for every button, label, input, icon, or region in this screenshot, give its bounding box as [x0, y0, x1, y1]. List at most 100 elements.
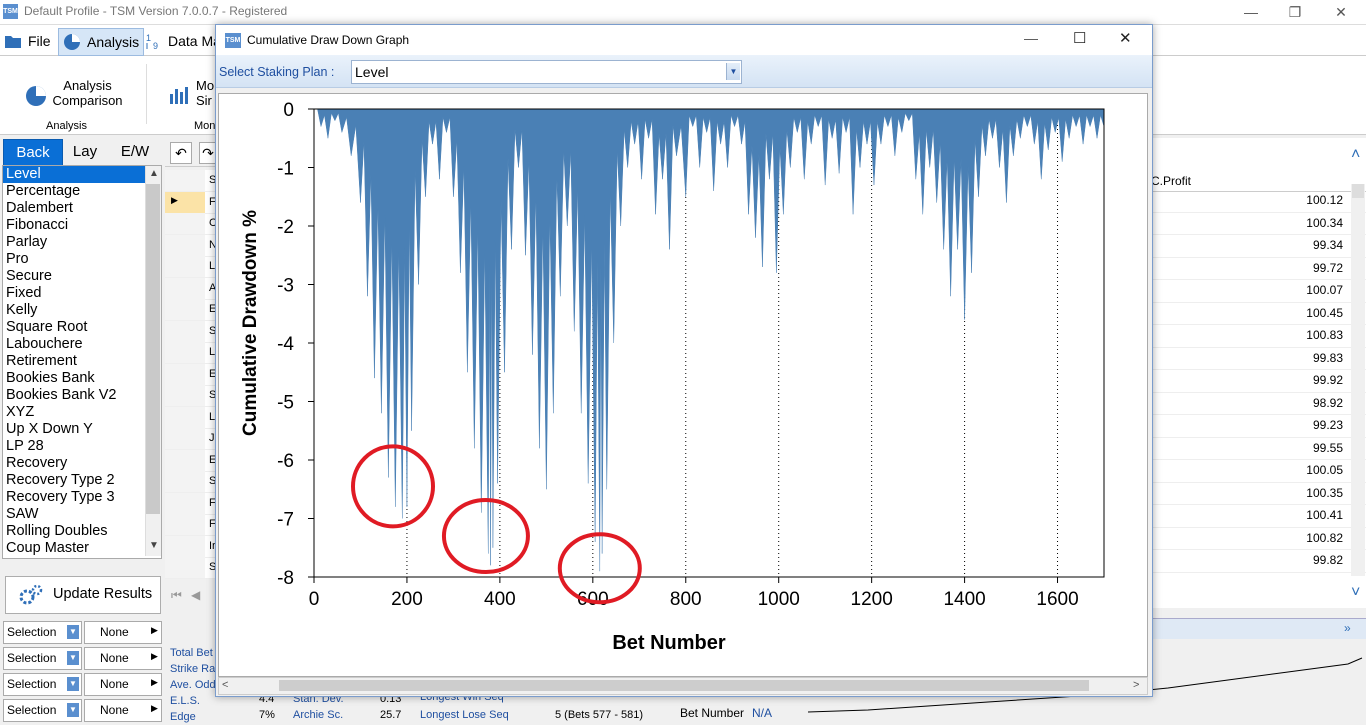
grid-row[interactable]: F [165, 514, 216, 536]
grid-row[interactable]: S [165, 557, 216, 579]
collapse-up-icon[interactable]: ˄ [1351, 146, 1360, 164]
plan-item[interactable]: Bookies Bank [3, 370, 161, 387]
scroll-thumb[interactable] [146, 184, 160, 514]
selection-dropdown[interactable]: Selection ▼ [3, 621, 82, 644]
chevron-down-icon[interactable]: ▼ [726, 63, 740, 80]
right-scrollbar[interactable] [1351, 184, 1365, 576]
plan-item[interactable]: SAW [3, 506, 161, 523]
cprofit-cell[interactable]: 99.23 [1149, 415, 1366, 438]
grid-row[interactable]: L [165, 256, 215, 278]
plan-item[interactable]: XYZ [3, 404, 161, 421]
cprofit-cell[interactable]: 100.35 [1149, 483, 1366, 505]
cprofit-cell[interactable]: 100.12 [1149, 190, 1366, 213]
plan-item[interactable]: Rolling Doubles [3, 523, 161, 540]
tab-data-manager[interactable]: 19 Data Ma [140, 28, 225, 54]
tab-ew[interactable]: E/W [110, 139, 160, 165]
restore-icon[interactable]: ❐ [1272, 2, 1318, 22]
close-icon[interactable]: ✕ [1318, 2, 1364, 22]
chevron-down-icon[interactable]: ▼ [67, 703, 79, 717]
chevron-right-icon[interactable]: ▶ [151, 703, 158, 714]
dialog-hscrollbar[interactable]: < > [218, 677, 1148, 695]
plan-item[interactable]: Fibonacci [3, 217, 161, 234]
plan-item[interactable]: Dalembert [3, 200, 161, 217]
grid-row[interactable]: L [165, 406, 215, 429]
list-scrollbar[interactable]: ▲ ▼ [145, 166, 161, 556]
cprofit-cell[interactable]: 100.17 [1149, 573, 1366, 577]
tab-analysis[interactable]: Analysis [58, 28, 145, 56]
analysis-comparison-button[interactable]: Analysis Comparison [20, 78, 130, 118]
cprofit-cell[interactable]: 99.92 [1149, 370, 1366, 393]
first-page-icon[interactable]: ⏮ [171, 588, 182, 603]
plan-item[interactable]: Labouchere [3, 336, 161, 353]
monte-carlo-button[interactable]: Mo Sir [168, 78, 218, 118]
cprofit-cell[interactable]: 99.82 [1149, 550, 1366, 573]
cprofit-cell[interactable]: 99.55 [1149, 438, 1366, 460]
plan-item[interactable]: Coup Master [3, 540, 161, 557]
cprofit-cell[interactable]: 99.72 [1149, 258, 1366, 280]
expand-icon[interactable]: » [1344, 621, 1351, 635]
chevron-right-icon[interactable]: ▶ [151, 677, 158, 688]
plan-item[interactable]: Secure [3, 268, 161, 285]
plan-item[interactable]: Recovery [3, 455, 161, 472]
staking-plan-select[interactable]: Level ▼ [351, 60, 742, 84]
tab-lay[interactable]: Lay [62, 139, 108, 165]
cprofit-cell[interactable]: 100.41 [1149, 505, 1366, 528]
plan-item[interactable]: Level [3, 166, 161, 183]
grid-row[interactable]: Ir [165, 535, 216, 558]
dialog-minimize-icon[interactable]: — [1024, 30, 1038, 46]
grid-row[interactable]: S [165, 170, 216, 192]
grid-row[interactable]: S [165, 385, 216, 407]
selection-dropdown[interactable]: Selection ▼ [3, 699, 82, 722]
plan-item[interactable]: Pro [3, 251, 161, 268]
cprofit-cell[interactable]: 100.45 [1149, 303, 1366, 325]
cprofit-cell[interactable]: 100.83 [1149, 325, 1366, 348]
chevron-down-icon[interactable]: ▼ [67, 651, 79, 665]
cprofit-cell[interactable]: 98.92 [1149, 393, 1366, 415]
cprofit-cell[interactable]: 99.83 [1149, 348, 1366, 370]
scroll-left-icon[interactable]: < [222, 679, 228, 691]
chevron-down-icon[interactable]: ▼ [67, 677, 79, 691]
hscroll-thumb[interactable] [279, 680, 1089, 691]
grid-row[interactable]: L [165, 342, 215, 364]
plan-item[interactable]: LP 28 [3, 438, 161, 455]
cprofit-header[interactable]: C.Profit [1149, 171, 1366, 192]
none-dropdown[interactable]: None ▶ [84, 673, 162, 696]
plan-item[interactable]: Bookies Bank V2 [3, 387, 161, 404]
plan-item[interactable]: Square Root [3, 319, 161, 336]
none-dropdown[interactable]: None ▶ [84, 621, 162, 644]
scroll-down-icon[interactable]: ▼ [149, 540, 159, 551]
minimize-icon[interactable]: — [1228, 2, 1274, 22]
tab-back[interactable]: Back [3, 139, 63, 167]
cprofit-cell[interactable]: 100.82 [1149, 528, 1366, 550]
prev-page-icon[interactable]: ◀ [191, 588, 200, 602]
update-results-button[interactable]: Update Results [5, 576, 161, 614]
chevron-right-icon[interactable]: ▶ [151, 651, 158, 662]
grid-row[interactable]: S [165, 471, 216, 493]
grid-row[interactable]: C [165, 213, 217, 235]
plan-item[interactable]: Retirement [3, 353, 161, 370]
dialog-close-icon[interactable]: ✕ [1119, 29, 1132, 47]
plan-item[interactable]: Up X Down Y [3, 421, 161, 438]
collapse-down-icon[interactable]: ˅ [1351, 584, 1360, 602]
dialog-maximize-icon[interactable]: ☐ [1073, 29, 1086, 47]
selection-dropdown[interactable]: Selection ▼ [3, 647, 82, 670]
cprofit-cell[interactable]: 99.34 [1149, 235, 1366, 258]
undo-icon[interactable]: ↶ [170, 142, 192, 164]
grid-row[interactable]: S [165, 320, 216, 343]
cprofit-cell[interactable]: 100.05 [1149, 460, 1366, 483]
none-dropdown[interactable]: None ▶ [84, 647, 162, 670]
grid-row[interactable]: E [165, 363, 216, 386]
grid-row[interactable]: J [165, 428, 215, 450]
plan-item[interactable]: Parlay [3, 234, 161, 251]
chevron-right-icon[interactable]: ▶ [151, 625, 158, 636]
grid-row[interactable]: F [165, 492, 216, 515]
chevron-down-icon[interactable]: ▼ [67, 625, 79, 639]
selection-dropdown[interactable]: Selection ▼ [3, 673, 82, 696]
plan-item[interactable]: Recovery Type 3 [3, 489, 161, 506]
scroll-up-icon[interactable]: ▲ [149, 168, 159, 179]
staking-plan-list[interactable]: Level Percentage Dalembert Fibonacci Parlay P… [2, 165, 162, 559]
plan-item[interactable]: Recovery Type 2 [3, 472, 161, 489]
cprofit-cell[interactable]: 100.07 [1149, 280, 1366, 303]
cprofit-cell[interactable]: 100.34 [1149, 213, 1366, 235]
scroll-right-icon[interactable]: > [1133, 679, 1139, 691]
